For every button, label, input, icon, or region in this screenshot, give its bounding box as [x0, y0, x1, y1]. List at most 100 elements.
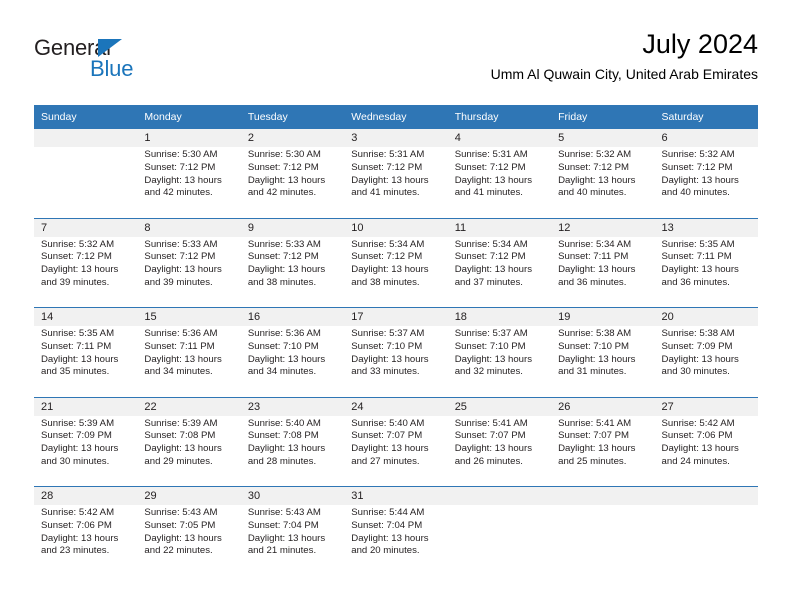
- daylight-text-line2: and 23 minutes.: [41, 545, 110, 557]
- day-number[interactable]: 10: [344, 217, 448, 237]
- day-number[interactable]: 25: [447, 396, 552, 416]
- day-number[interactable]: 3: [344, 129, 448, 147]
- sunset-text: Sunset: 7:10 PM: [558, 340, 630, 352]
- daylight-text-line2: and 36 minutes.: [661, 276, 730, 288]
- sunrise-text: Sunrise: 5:42 AM: [661, 417, 735, 429]
- daylight-text-line2: and 35 minutes.: [41, 366, 110, 378]
- daylight-text-line2: and 31 minutes.: [558, 366, 627, 378]
- daylight-text-line1: Daylight: 13 hours: [247, 264, 326, 276]
- daylight-text-line1: Daylight: 13 hours: [41, 264, 119, 276]
- daylight-text-line2: and 28 minutes.: [247, 455, 317, 467]
- day-number[interactable]: 27: [654, 396, 758, 416]
- daylight-text-line1: Daylight: 13 hours: [247, 353, 326, 365]
- day-number[interactable]: 1: [137, 129, 241, 147]
- day-number[interactable]: 31: [344, 486, 448, 505]
- day-number[interactable]: 29: [137, 486, 241, 505]
- daylight-text-line2: and 34 minutes.: [247, 366, 317, 378]
- day-number[interactable]: 17: [344, 307, 448, 326]
- day-cell: Sunrise: 5:42 AM Sunset: 7:06 PM Dayligh…: [34, 505, 138, 576]
- sunrise-text: Sunrise: 5:32 AM: [661, 149, 735, 160]
- day-number[interactable]: 18: [447, 307, 552, 326]
- day-number[interactable]: 20: [654, 307, 758, 326]
- day-number[interactable]: 2: [240, 129, 345, 147]
- day-number[interactable]: 28: [34, 486, 138, 505]
- weekday-header-row: Sunday Monday Tuesday Wednesday Thursday…: [34, 105, 758, 129]
- day-cell: Sunrise: 5:37 AM Sunset: 7:10 PM Dayligh…: [344, 326, 448, 397]
- sunset-text: Sunset: 7:11 PM: [41, 340, 112, 352]
- day-number[interactable]: 23: [240, 396, 345, 416]
- daylight-text-line1: Daylight: 13 hours: [144, 353, 222, 365]
- sunrise-text: Sunrise: 5:34 AM: [454, 238, 528, 250]
- day-number[interactable]: 4: [447, 129, 552, 147]
- sunrise-text: Sunrise: 5:35 AM: [661, 238, 735, 250]
- day-number-row: 21 22 23 24 25 26 27: [34, 396, 758, 416]
- daylight-text-line2: and 24 minutes.: [661, 455, 730, 467]
- day-number[interactable]: 30: [240, 486, 345, 505]
- day-number[interactable]: 14: [34, 307, 138, 326]
- day-number[interactable]: 12: [551, 217, 655, 237]
- page-title: July 2024: [642, 29, 758, 59]
- daylight-text-line1: Daylight: 13 hours: [558, 353, 636, 365]
- day-cell: Sunrise: 5:36 AM Sunset: 7:11 PM Dayligh…: [137, 326, 241, 397]
- sunset-text: Sunset: 7:06 PM: [661, 430, 733, 442]
- day-cell: Sunrise: 5:43 AM Sunset: 7:05 PM Dayligh…: [137, 505, 241, 576]
- daylight-text-line1: Daylight: 13 hours: [41, 353, 119, 365]
- sunrise-text: Sunrise: 5:32 AM: [41, 238, 115, 250]
- day-number[interactable]: 26: [551, 396, 655, 416]
- day-cell: [654, 505, 758, 576]
- sunrise-text: Sunrise: 5:30 AM: [144, 149, 218, 160]
- day-number[interactable]: [34, 129, 138, 147]
- general-blue-logo[interactable]: General Blue: [34, 36, 164, 84]
- daylight-text-line1: Daylight: 13 hours: [144, 264, 222, 276]
- page-header: General Blue July 2024 Umm Al Quwain Cit…: [34, 28, 758, 90]
- day-number[interactable]: 24: [344, 396, 448, 416]
- day-number[interactable]: 11: [447, 217, 552, 237]
- day-number[interactable]: 19: [551, 307, 655, 326]
- sunset-text: Sunset: 7:10 PM: [351, 340, 423, 352]
- day-number[interactable]: 13: [654, 217, 758, 237]
- day-cell: [34, 147, 138, 218]
- daylight-text-line1: Daylight: 13 hours: [661, 264, 739, 276]
- daylight-text-line2: and 40 minutes.: [661, 187, 730, 199]
- daylight-text-line1: Daylight: 13 hours: [558, 264, 636, 276]
- daylight-text-line2: and 42 minutes.: [144, 187, 213, 199]
- day-number[interactable]: 6: [654, 129, 758, 147]
- daylight-text-line2: and 21 minutes.: [247, 545, 317, 557]
- daylight-text-line2: and 36 minutes.: [558, 276, 627, 288]
- day-number[interactable]: 7: [34, 217, 138, 237]
- daylight-text-line2: and 34 minutes.: [144, 366, 213, 378]
- daylight-text-line2: and 42 minutes.: [247, 187, 317, 199]
- day-number[interactable]: 15: [137, 307, 241, 326]
- sunrise-text: Sunrise: 5:31 AM: [454, 149, 528, 160]
- day-detail-row: Sunrise: 5:35 AM Sunset: 7:11 PM Dayligh…: [34, 326, 758, 397]
- day-number[interactable]: 8: [137, 217, 241, 237]
- sunset-text: Sunset: 7:12 PM: [558, 161, 630, 173]
- sunrise-text: Sunrise: 5:41 AM: [558, 417, 632, 429]
- sunrise-text: Sunrise: 5:31 AM: [351, 149, 425, 160]
- daylight-text-line2: and 39 minutes.: [41, 276, 110, 288]
- daylight-text-line1: Daylight: 13 hours: [351, 443, 429, 455]
- day-cell: Sunrise: 5:30 AM Sunset: 7:12 PM Dayligh…: [240, 147, 345, 218]
- day-number[interactable]: 22: [137, 396, 241, 416]
- daylight-text-line2: and 20 minutes.: [351, 545, 420, 557]
- daylight-text-line2: and 32 minutes.: [454, 366, 523, 378]
- day-number[interactable]: 9: [240, 217, 345, 237]
- page-subtitle: Umm Al Quwain City, United Arab Emirates: [490, 66, 758, 82]
- day-number[interactable]: [654, 486, 758, 505]
- daylight-text-line2: and 22 minutes.: [144, 545, 213, 557]
- day-number[interactable]: 16: [240, 307, 345, 326]
- daylight-text-line1: Daylight: 13 hours: [247, 174, 326, 186]
- sunset-text: Sunset: 7:04 PM: [351, 519, 423, 531]
- sunrise-text: Sunrise: 5:32 AM: [558, 149, 632, 160]
- day-cell: Sunrise: 5:39 AM Sunset: 7:09 PM Dayligh…: [34, 415, 138, 487]
- day-cell: Sunrise: 5:35 AM Sunset: 7:11 PM Dayligh…: [34, 326, 138, 397]
- day-number[interactable]: 21: [34, 396, 138, 416]
- title-block: July 2024 Umm Al Quwain City, United Ara…: [491, 28, 758, 84]
- sunrise-text: Sunrise: 5:36 AM: [247, 328, 321, 339]
- day-number[interactable]: [551, 486, 655, 505]
- day-number[interactable]: [447, 486, 552, 505]
- sunset-text: Sunset: 7:11 PM: [661, 251, 732, 263]
- weekday-header-wednesday: Wednesday: [344, 105, 448, 129]
- sunrise-text: Sunrise: 5:40 AM: [247, 417, 321, 429]
- day-number[interactable]: 5: [551, 129, 655, 147]
